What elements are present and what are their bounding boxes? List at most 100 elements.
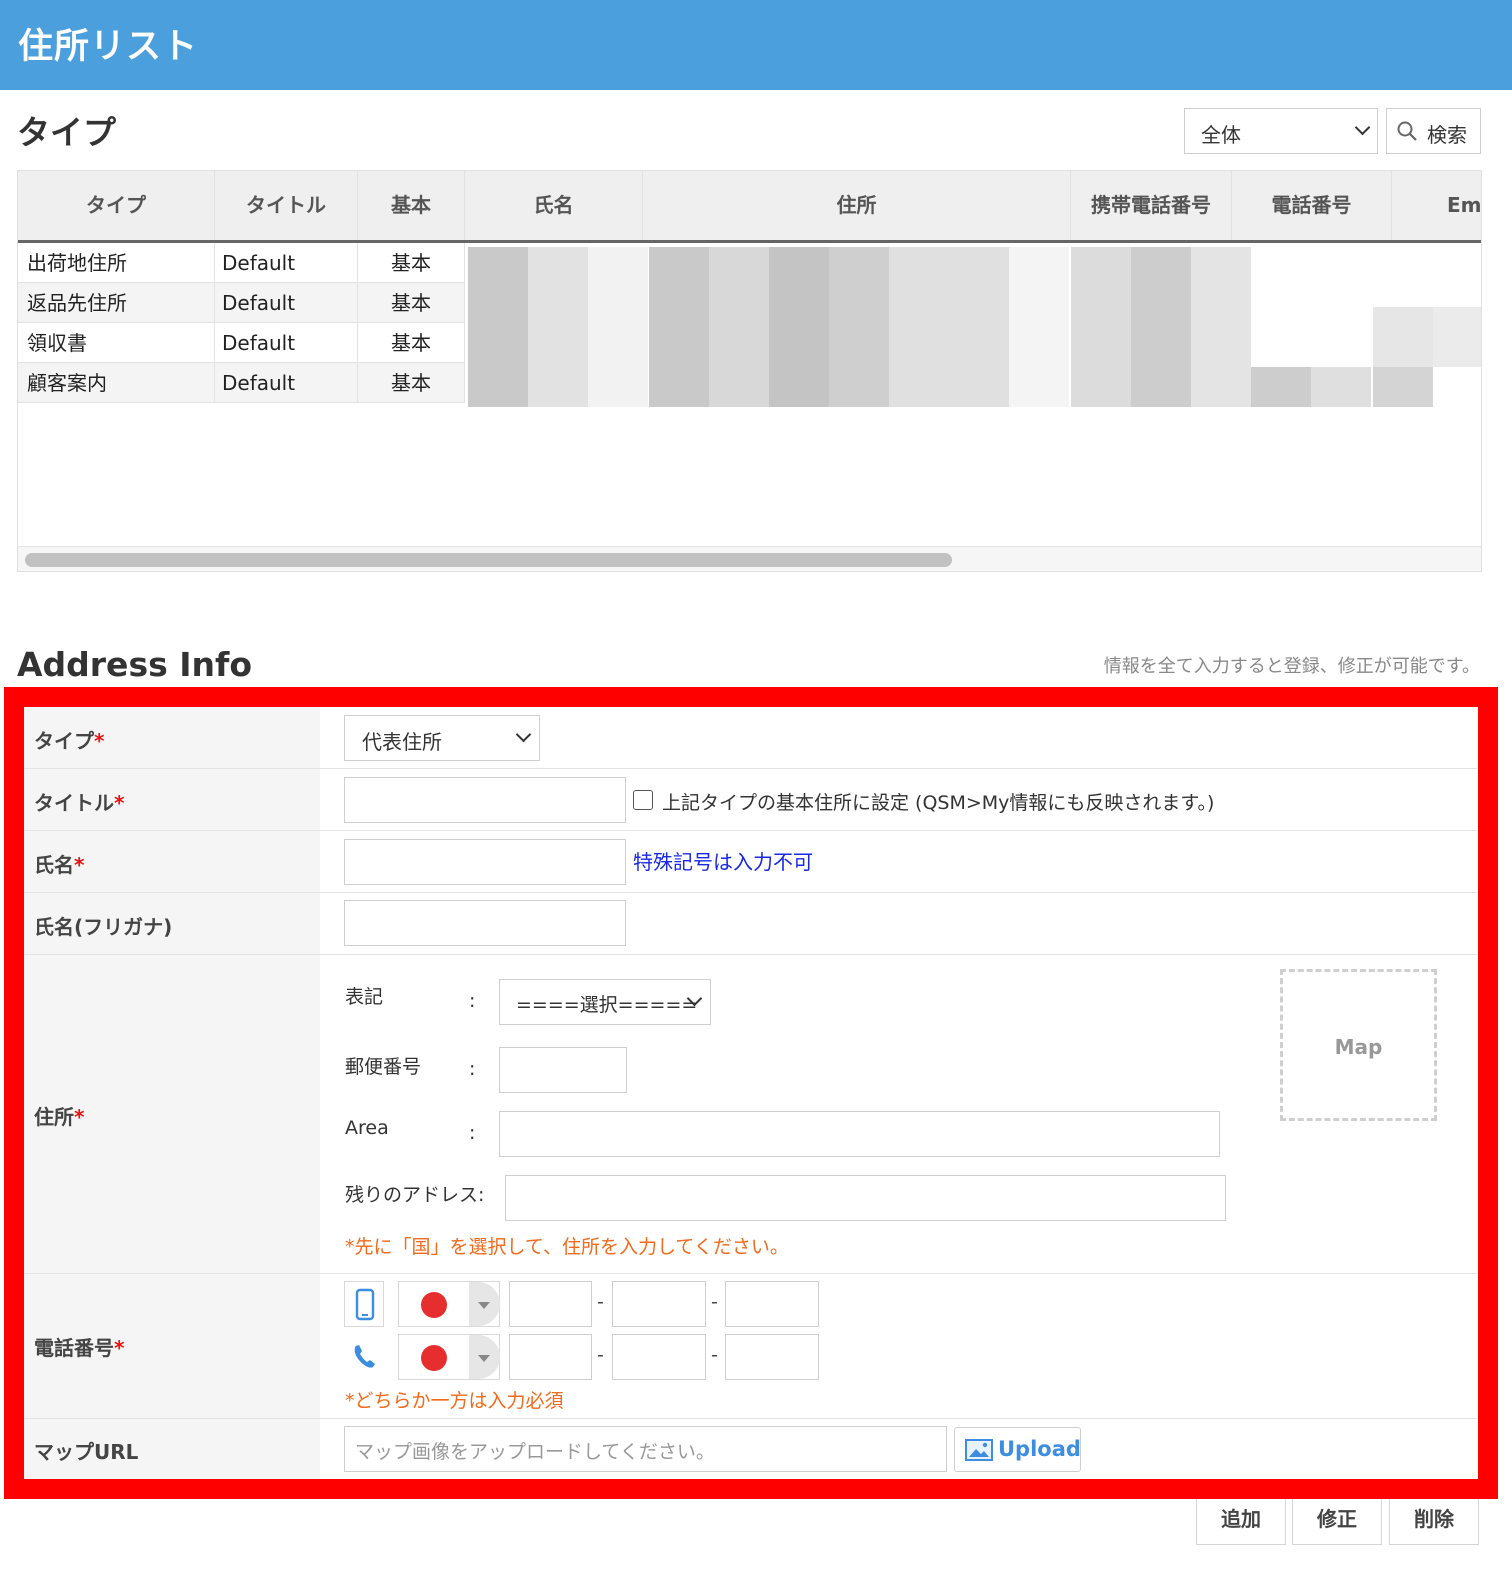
form-label-title: タイトル*	[24, 769, 320, 830]
form-label-phone: 電話番号*	[24, 1274, 320, 1418]
telephone-icon	[354, 1345, 375, 1368]
row-type: 領収書	[18, 323, 215, 363]
delete-button[interactable]: 削除	[1389, 1499, 1479, 1545]
default-address-checkbox-label: 上記タイプの基本住所に設定 (QSM>My情報にも反映されます。)	[662, 792, 1215, 814]
country-code-select[interactable]	[398, 1281, 500, 1327]
area-input[interactable]	[499, 1111, 1220, 1157]
map-preview[interactable]: Map	[1280, 969, 1437, 1121]
row-title: Default	[215, 243, 358, 283]
form-label-address: 住所*	[24, 955, 320, 1273]
area-label: Area	[345, 1117, 389, 1139]
row-title: Default	[215, 283, 358, 323]
address-note: *先に「国」を選択して、住所を入力してください。	[345, 1236, 789, 1258]
form-label-type: タイプ*	[24, 707, 320, 768]
upload-button[interactable]: Upload	[954, 1427, 1081, 1472]
dropdown-arrow-icon	[469, 1282, 500, 1326]
edit-button[interactable]: 修正	[1292, 1499, 1382, 1545]
row-type: 顧客案内	[18, 363, 215, 403]
search-icon	[1397, 121, 1417, 141]
row-title: Default	[215, 363, 358, 403]
column-header-name[interactable]: 氏名	[465, 171, 643, 240]
separator: -	[711, 1291, 718, 1313]
grid-header: タイプ タイトル 基本 氏名 住所 携帯電話番号 電話番号 Em	[18, 171, 1481, 243]
column-header-type[interactable]: タイプ	[18, 171, 215, 240]
notation-label: 表記	[345, 986, 384, 1008]
form-label-name: 氏名*	[24, 831, 320, 892]
type-filter-select[interactable]: 全体	[1184, 108, 1378, 154]
map-url-input[interactable]: マップ画像をアップロードしてください。	[344, 1426, 947, 1472]
chevron-down-icon	[1354, 119, 1371, 136]
mobile-part1-input[interactable]	[509, 1281, 592, 1327]
map-label: Map	[1334, 1035, 1383, 1059]
mobile-part3-input[interactable]	[725, 1281, 819, 1327]
type-section-title: タイプ	[17, 113, 116, 152]
form-row-type: タイプ*	[24, 707, 1477, 769]
title-input[interactable]	[344, 777, 626, 823]
notation-select[interactable]: ====選択=====	[499, 979, 711, 1025]
name-input[interactable]	[344, 839, 626, 885]
app-header: 住所リスト	[0, 0, 1512, 90]
table-row[interactable]: 返品先住所 Default 基本	[18, 283, 465, 323]
phone-type-box	[344, 1334, 384, 1380]
column-header-email[interactable]: Em	[1392, 171, 1481, 240]
phone-part3-input[interactable]	[725, 1334, 819, 1380]
horizontal-scrollbar-thumb[interactable]	[25, 553, 952, 567]
add-button[interactable]: 追加	[1196, 1499, 1286, 1545]
name-hint: 特殊記号は入力不可	[633, 850, 813, 874]
search-button[interactable]: 検索	[1386, 108, 1481, 154]
phone-note: *どちらか一方は入力必須	[345, 1390, 564, 1412]
address-grid: タイプ タイトル 基本 氏名 住所 携帯電話番号 電話番号 Em 出荷地住所 D…	[17, 170, 1482, 572]
table-row[interactable]: 顧客案内 Default 基本	[18, 363, 465, 403]
notation-select-value: ====選択=====	[516, 994, 698, 1016]
table-row[interactable]: 領収書 Default 基本	[18, 323, 465, 363]
separator: -	[711, 1344, 718, 1366]
row-basic: 基本	[358, 323, 465, 363]
row-type: 出荷地住所	[18, 243, 215, 283]
separator: -	[597, 1291, 604, 1313]
address-type-value: 代表住所	[362, 730, 442, 754]
zip-label: 郵便番号	[345, 1056, 422, 1078]
row-title: Default	[215, 323, 358, 363]
form-label-map-url: マップURL	[24, 1419, 320, 1479]
row-basic: 基本	[358, 243, 465, 283]
separator: -	[597, 1344, 604, 1366]
image-icon	[965, 1439, 993, 1461]
default-address-checkbox[interactable]	[633, 790, 653, 810]
mobile-phone-icon	[355, 1288, 375, 1321]
kana-input[interactable]	[344, 900, 626, 946]
dropdown-arrow-icon	[469, 1335, 500, 1379]
type-filter-value: 全体	[1201, 123, 1241, 147]
zip-input[interactable]	[499, 1047, 627, 1093]
mobile-part2-input[interactable]	[612, 1281, 706, 1327]
colon: :	[469, 990, 476, 1012]
mobile-type-box	[344, 1281, 384, 1327]
column-header-address[interactable]: 住所	[643, 171, 1071, 240]
colon: :	[469, 1058, 476, 1080]
flag-icon	[421, 1345, 447, 1371]
chevron-down-icon	[515, 726, 532, 743]
row-basic: 基本	[358, 363, 465, 403]
search-button-label: 検索	[1427, 123, 1467, 147]
table-row[interactable]: 出荷地住所 Default 基本	[18, 243, 465, 283]
column-header-title[interactable]: タイトル	[215, 171, 358, 240]
row-basic: 基本	[358, 283, 465, 323]
address-info-title: Address Info	[17, 645, 253, 684]
form-label-kana: 氏名(フリガナ)	[24, 893, 320, 954]
form-row-kana: 氏名(フリガナ)	[24, 893, 1477, 955]
column-header-phone[interactable]: 電話番号	[1232, 171, 1392, 240]
address-type-select[interactable]: 代表住所	[344, 715, 540, 761]
upload-button-label: Upload	[998, 1437, 1081, 1461]
flag-icon	[421, 1292, 447, 1318]
row-type: 返品先住所	[18, 283, 215, 323]
phone-part2-input[interactable]	[612, 1334, 706, 1380]
rest-address-input[interactable]	[505, 1175, 1226, 1221]
page-title: 住所リスト	[18, 27, 199, 67]
phone-part1-input[interactable]	[509, 1334, 592, 1380]
map-url-placeholder: マップ画像をアップロードしてください。	[355, 1441, 715, 1463]
redacted-cells	[468, 247, 1481, 407]
column-header-mobile[interactable]: 携帯電話番号	[1071, 171, 1232, 240]
address-info-note: 情報を全て入力すると登録、修正が可能です。	[1103, 656, 1480, 677]
colon: :	[469, 1122, 476, 1144]
country-code-select[interactable]	[398, 1334, 500, 1380]
column-header-basic[interactable]: 基本	[358, 171, 465, 240]
